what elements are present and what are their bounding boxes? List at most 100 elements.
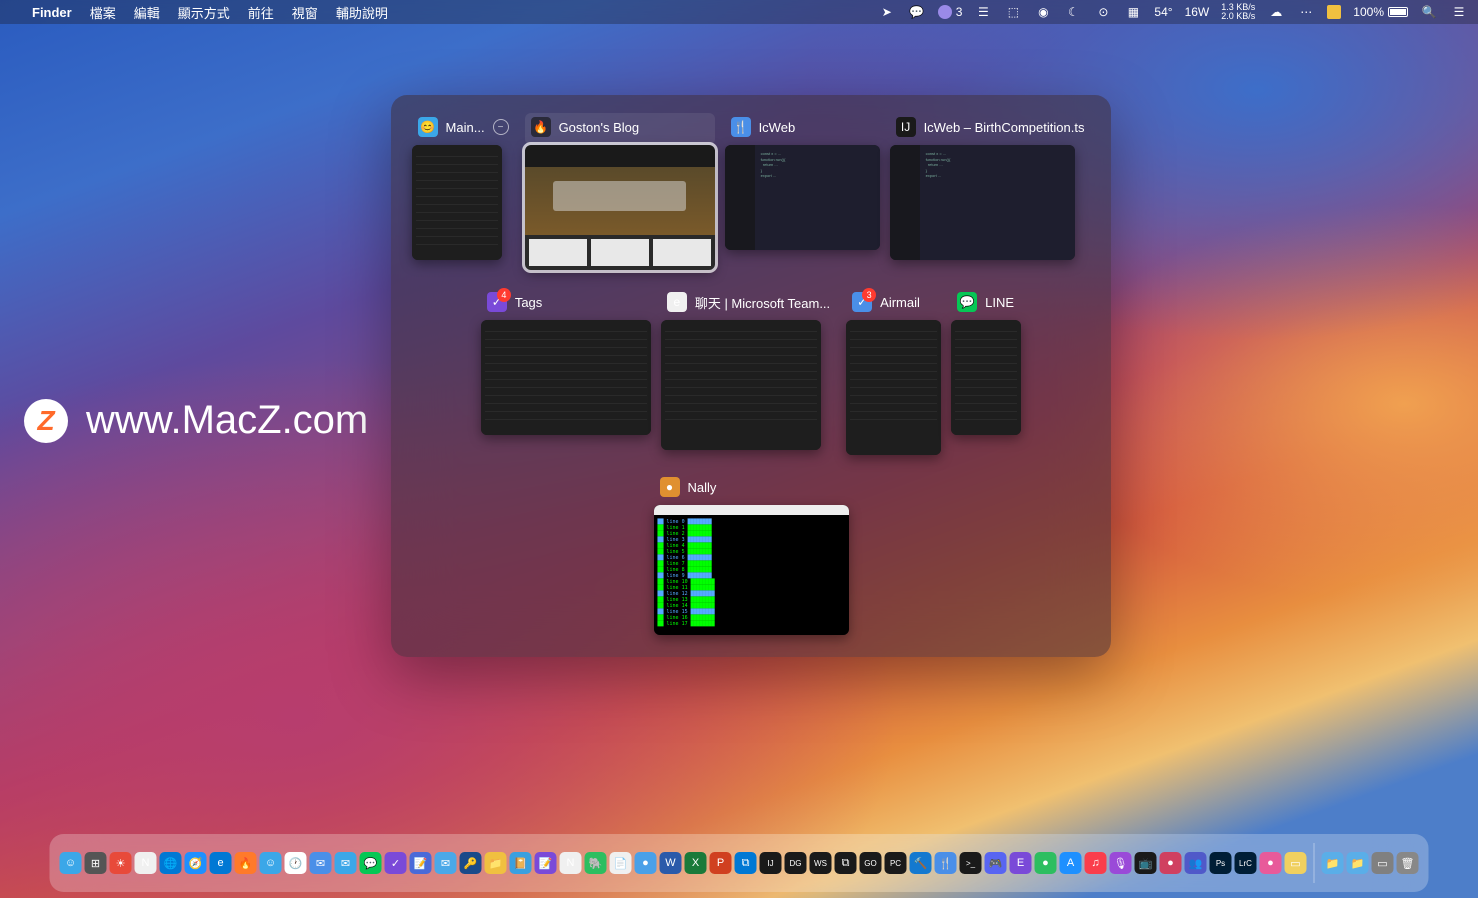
window-thumbnail[interactable]: [525, 145, 715, 270]
dock-line-icon[interactable]: 💬: [360, 852, 382, 874]
dock-folder-blue2-icon[interactable]: 📁: [1347, 852, 1369, 874]
network-stats[interactable]: 1.3 KB/s 2.0 KB/s: [1221, 3, 1255, 21]
spotlight-icon[interactable]: 🔍: [1420, 3, 1438, 21]
dock-app-green-icon[interactable]: ●: [1035, 852, 1057, 874]
close-icon[interactable]: −: [493, 119, 509, 135]
dock-finder-icon[interactable]: ☺: [60, 852, 82, 874]
dock-podcast-icon[interactable]: 🎙: [1110, 852, 1132, 874]
dock-terminal-icon[interactable]: >_: [960, 852, 982, 874]
menubar-icon-2[interactable]: ☾: [1064, 3, 1082, 21]
switcher-item-airmail[interactable]: ✓3Airmail: [846, 288, 941, 455]
menubar-icon-4[interactable]: ▦: [1124, 3, 1142, 21]
dock-folder1-icon[interactable]: 📁: [485, 852, 507, 874]
dock-fork-icon[interactable]: 🍴: [935, 852, 957, 874]
dock-emacs-icon[interactable]: E: [1010, 852, 1032, 874]
line-menubar-icon[interactable]: 💬: [908, 3, 926, 21]
location-icon[interactable]: ➤: [878, 3, 896, 21]
dock-launchpad-icon[interactable]: ⊞: [85, 852, 107, 874]
dock-pycharm-icon[interactable]: PC: [885, 852, 907, 874]
dock-notion-icon[interactable]: N: [135, 852, 157, 874]
switcher-item-teams[interactable]: e聊天 | Microsoft Team...: [661, 288, 836, 455]
menu-file[interactable]: 檔案: [90, 3, 116, 22]
dock-ppt-icon[interactable]: P: [710, 852, 732, 874]
dock-firefox-icon[interactable]: 🔥: [235, 852, 257, 874]
menu-edit[interactable]: 編輯: [134, 3, 160, 22]
dock-evernote-icon[interactable]: 🐘: [585, 852, 607, 874]
dock-app-face-icon[interactable]: ☺: [260, 852, 282, 874]
switcher-item-firefox[interactable]: 🔥Goston's Blog: [525, 113, 715, 270]
dock-xcode-icon[interactable]: 🔨: [910, 852, 932, 874]
menubar-icon-3[interactable]: ⊙: [1094, 3, 1112, 21]
battery-status[interactable]: 100%: [1353, 5, 1408, 19]
dock-safari-icon[interactable]: 🧭: [185, 852, 207, 874]
dock-edge-icon[interactable]: 🌐: [160, 852, 182, 874]
window-thumbnail[interactable]: [481, 320, 651, 435]
switcher-item-icweb[interactable]: 🍴IcWebconst x = ...function run(){ retur…: [725, 113, 880, 270]
dock-spark-icon[interactable]: ✉: [435, 852, 457, 874]
dock-mail-icon[interactable]: ✉: [335, 852, 357, 874]
window-thumbnail[interactable]: const x = ...function run(){ return ...}…: [725, 145, 880, 250]
dock-airmail-icon[interactable]: ✉: [310, 852, 332, 874]
dock-app-card-icon[interactable]: ▭: [1285, 852, 1307, 874]
dock-trash-icon[interactable]: 🗑: [1397, 852, 1419, 874]
dock-clock-icon[interactable]: 🕐: [285, 852, 307, 874]
menu-go[interactable]: 前往: [248, 3, 274, 22]
dock-things-icon[interactable]: ✓: [385, 852, 407, 874]
dock-datagrip-icon[interactable]: DG: [785, 852, 807, 874]
temp-reading[interactable]: 54°: [1154, 5, 1172, 19]
dock-excel-icon[interactable]: X: [685, 852, 707, 874]
dock-app-blue-icon[interactable]: ●: [635, 852, 657, 874]
power-reading[interactable]: 16W: [1185, 5, 1210, 19]
dock-app-pink-icon[interactable]: ●: [1260, 852, 1282, 874]
dock-appstore-icon[interactable]: A: [1060, 852, 1082, 874]
menubar-app-name[interactable]: Finder: [32, 5, 72, 20]
switcher-item-tags[interactable]: ✓4Tags: [481, 288, 651, 455]
switcher-item-nally[interactable]: ●Nally██ line 0 ██████████ line 1 ██████…: [654, 473, 849, 635]
dock-lrc-icon[interactable]: LrC: [1235, 852, 1257, 874]
dock-notion2-icon[interactable]: N: [560, 852, 582, 874]
menu-help[interactable]: 輔助說明: [336, 3, 388, 22]
dock-intellij-icon[interactable]: IJ: [760, 852, 782, 874]
menubar-icon-1[interactable]: ☰: [974, 3, 992, 21]
switcher-label: Main...: [446, 120, 485, 135]
dock-day1-icon[interactable]: 📔: [510, 852, 532, 874]
creative-cloud-icon[interactable]: ◉: [1034, 3, 1052, 21]
window-thumbnail[interactable]: [846, 320, 941, 455]
dock-folder-blue-icon[interactable]: 📁: [1322, 852, 1344, 874]
dock-app-red-icon[interactable]: ●: [1160, 852, 1182, 874]
window-thumbnail[interactable]: const x = ...function run(){ return ...}…: [890, 145, 1075, 260]
dock-word-icon[interactable]: W: [660, 852, 682, 874]
window-thumbnail[interactable]: [951, 320, 1021, 435]
control-center-icon[interactable]: ☰: [1450, 3, 1468, 21]
dock-ps-icon[interactable]: Ps: [1210, 852, 1232, 874]
dock-music-icon[interactable]: ♫: [1085, 852, 1107, 874]
window-thumbnail[interactable]: [412, 145, 502, 260]
dock-webstorm-icon[interactable]: WS: [810, 852, 832, 874]
dock-teams-icon[interactable]: 👥: [1185, 852, 1207, 874]
dock-1pass-icon[interactable]: 🔑: [460, 852, 482, 874]
switcher-item-line[interactable]: 💬LINE: [951, 288, 1021, 455]
menu-window[interactable]: 視窗: [292, 3, 318, 22]
switcher-item-intellij[interactable]: IJIcWeb – BirthCompetition.tsconst x = .…: [890, 113, 1091, 270]
cloud-icon[interactable]: ☁: [1267, 3, 1285, 21]
dock-discord-icon[interactable]: 🎮: [985, 852, 1007, 874]
switcher-item-main[interactable]: 😊Main...−: [412, 113, 515, 270]
dock-screenshot-icon[interactable]: ▭: [1372, 852, 1394, 874]
dock-drafts-icon[interactable]: 📄: [610, 852, 632, 874]
dock-goland-icon[interactable]: GO: [860, 852, 882, 874]
dock-notes-icon[interactable]: 📝: [410, 852, 432, 874]
more-icon[interactable]: ⋯: [1297, 3, 1315, 21]
dropbox-icon[interactable]: ⬚: [1004, 3, 1022, 21]
dock-bear-icon[interactable]: 📝: [535, 852, 557, 874]
dock-edge2-icon[interactable]: e: [210, 852, 232, 874]
dock-app1-icon[interactable]: ☀: [110, 852, 132, 874]
status-count[interactable]: 3: [938, 5, 963, 19]
intellij-app-icon: IJ: [896, 117, 916, 137]
menu-view[interactable]: 顯示方式: [178, 3, 230, 22]
menubar-icon-5[interactable]: [1327, 5, 1341, 19]
dock-tv-icon[interactable]: 📺: [1135, 852, 1157, 874]
dock-appcode-icon[interactable]: ⧉: [835, 852, 857, 874]
dock-vscode-icon[interactable]: ⧉: [735, 852, 757, 874]
window-thumbnail[interactable]: [661, 320, 821, 450]
window-thumbnail[interactable]: ██ line 0 ██████████ line 1 ██████████ l…: [654, 505, 849, 635]
